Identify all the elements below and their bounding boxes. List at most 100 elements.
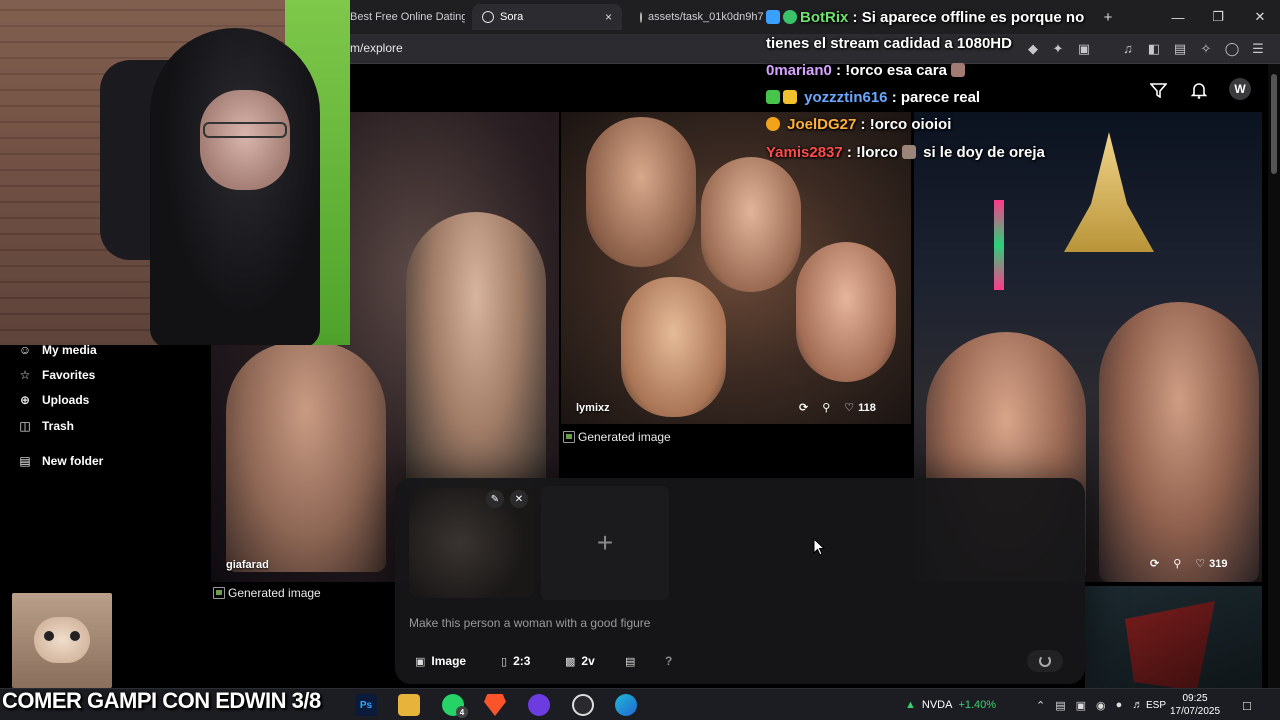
- remix-icon[interactable]: ⟳: [799, 401, 808, 414]
- close-window-icon[interactable]: ✕: [1240, 0, 1280, 34]
- extension-icon[interactable]: ◆: [1025, 41, 1041, 57]
- variations-icon: ▩: [565, 655, 576, 668]
- sidebar-icon[interactable]: ◧: [1146, 41, 1162, 57]
- add-image-button[interactable]: +: [541, 486, 669, 600]
- volume-icon[interactable]: ♬: [1132, 699, 1143, 711]
- spinner-icon: [1039, 655, 1051, 667]
- cat-face: [34, 617, 90, 663]
- tile-username[interactable]: giafarad: [226, 559, 269, 571]
- ticker-symbol: NVDA: [921, 699, 953, 711]
- close-icon[interactable]: ×: [605, 10, 612, 24]
- shield-icon[interactable]: ◯: [1224, 41, 1240, 57]
- tile-username[interactable]: lymixz: [576, 402, 610, 414]
- chat-text: tienes el stream cadidad a 1080HD: [766, 35, 1012, 52]
- file-explorer-icon[interactable]: [398, 694, 420, 716]
- menu-icon[interactable]: ☰: [1250, 41, 1266, 57]
- type-selector[interactable]: ▣ Image: [415, 650, 466, 672]
- star-icon: ☆: [19, 368, 31, 382]
- stock-widget[interactable]: ▲ NVDA +1.40%: [905, 689, 996, 720]
- edge-icon[interactable]: [615, 694, 637, 716]
- chat-text: !lorco: [856, 144, 898, 161]
- photo-neon-sign: [994, 200, 1004, 290]
- search-icon[interactable]: ⚲: [822, 401, 830, 414]
- feed-tile[interactable]: [1085, 586, 1262, 688]
- scrollbar[interactable]: [1268, 64, 1280, 688]
- tab-assets[interactable]: assets/task_01k0dn9h7: [630, 4, 770, 30]
- trend-up-icon: ▲: [905, 699, 916, 711]
- bot-badge-icon: [766, 10, 780, 24]
- chat-message: BotRix : Si aparece offline es porque no: [766, 9, 1084, 26]
- chat-text: si le doy de oreja: [923, 144, 1045, 161]
- sidebar-item-label: New folder: [42, 454, 104, 468]
- presets-button[interactable]: ▤: [625, 650, 635, 672]
- language-indicator[interactable]: ESP: [1146, 689, 1166, 720]
- remove-image-icon[interactable]: ✕: [510, 490, 528, 508]
- url-field[interactable]: m/explore: [350, 41, 403, 55]
- chat-message: tienes el stream cadidad a 1080HD: [766, 35, 1012, 52]
- obs-icon[interactable]: [572, 694, 594, 716]
- ai-icon[interactable]: ✧: [1198, 41, 1214, 57]
- scrollbar-thumb[interactable]: [1271, 74, 1277, 174]
- chat-message: JoelDG27 : !orco oioioi: [766, 116, 951, 133]
- sidebar-item-trash[interactable]: ◫ Trash: [18, 416, 74, 436]
- whatsapp-icon[interactable]: 4: [442, 694, 468, 718]
- like-button[interactable]: ♡ 118: [844, 401, 876, 415]
- chat-text: parece real: [900, 89, 981, 106]
- brave-browser-icon[interactable]: [484, 694, 506, 716]
- broken-image-icon: [563, 431, 575, 443]
- sidebar-item-uploads[interactable]: ⊕ Uploads: [18, 390, 89, 410]
- photo-person: [226, 342, 386, 572]
- camera-icon[interactable]: ◉: [1096, 699, 1106, 712]
- taskbar-clock[interactable]: 09:25 17/07/2025: [1168, 692, 1222, 718]
- photo-person: [1099, 302, 1259, 582]
- music-icon[interactable]: ♫: [1120, 41, 1136, 57]
- tab-dating[interactable]: Best Free Online Dating: [340, 4, 465, 30]
- aspect-label: 2:3: [513, 654, 531, 668]
- sidebar-item-favorites[interactable]: ☆ Favorites: [18, 365, 96, 385]
- device-icon[interactable]: ▣: [1076, 699, 1086, 712]
- bell-icon[interactable]: [1189, 80, 1209, 100]
- chat-message: yozzztin616 : parece real: [766, 89, 980, 106]
- streamer-webcam: [0, 0, 350, 345]
- search-icon[interactable]: ⚲: [1173, 557, 1181, 570]
- chat-username: yozzztin616: [804, 89, 888, 106]
- plus-badge-icon: [766, 90, 780, 104]
- avatar[interactable]: W: [1229, 78, 1251, 100]
- discord-icon[interactable]: [528, 694, 550, 716]
- sidebar-item-label: Trash: [42, 419, 75, 433]
- system-tray: ⌃ ▤ ▣ ◉ ● ♬: [1036, 689, 1143, 720]
- chevron-up-icon[interactable]: ⌃: [1036, 699, 1045, 712]
- puzzle-icon[interactable]: ✦: [1050, 41, 1066, 57]
- network-icon[interactable]: ▤: [1055, 699, 1065, 712]
- filter-icon[interactable]: [1148, 80, 1168, 100]
- loading-spinner: [1027, 650, 1063, 672]
- prompt-input[interactable]: Make this person a woman with a good fig…: [409, 616, 650, 630]
- aspect-ratio-selector[interactable]: ▯ 2:3: [501, 650, 530, 672]
- notification-badge: 4: [456, 706, 468, 718]
- new-tab-button[interactable]: +: [1088, 0, 1128, 34]
- variations-selector[interactable]: ▩ 2v: [565, 650, 595, 672]
- cat-eye: [44, 631, 54, 641]
- variations-label: 2v: [581, 654, 595, 668]
- notifications-icon[interactable]: □: [1243, 689, 1251, 720]
- like-button[interactable]: ♡ 319: [1195, 557, 1227, 571]
- photo-person: [621, 277, 726, 417]
- sidebar-item-new-folder[interactable]: ▤ New folder: [18, 451, 103, 471]
- microphone-icon[interactable]: ●: [1116, 699, 1123, 711]
- minimize-icon[interactable]: —: [1158, 0, 1198, 34]
- sub-badge-icon: [783, 90, 797, 104]
- photoshop-icon[interactable]: Ps: [355, 694, 377, 716]
- help-button[interactable]: ?: [665, 650, 672, 672]
- clock-time: 09:25: [1182, 693, 1208, 704]
- wallet-icon[interactable]: ▤: [1172, 41, 1188, 57]
- restore-icon[interactable]: ❐: [1198, 0, 1238, 34]
- person-face: [200, 90, 290, 190]
- edit-icon[interactable]: ✎: [486, 490, 504, 508]
- photo-flag: [1125, 601, 1215, 688]
- remix-icon[interactable]: ⟳: [1150, 557, 1159, 570]
- screenshot-icon[interactable]: ▣: [1076, 41, 1092, 57]
- tab-sora[interactable]: Sora ×: [472, 4, 622, 30]
- folder-plus-icon: ▤: [19, 454, 31, 468]
- generated-image-alt: Generated image: [563, 430, 671, 444]
- glasses: [203, 122, 287, 138]
